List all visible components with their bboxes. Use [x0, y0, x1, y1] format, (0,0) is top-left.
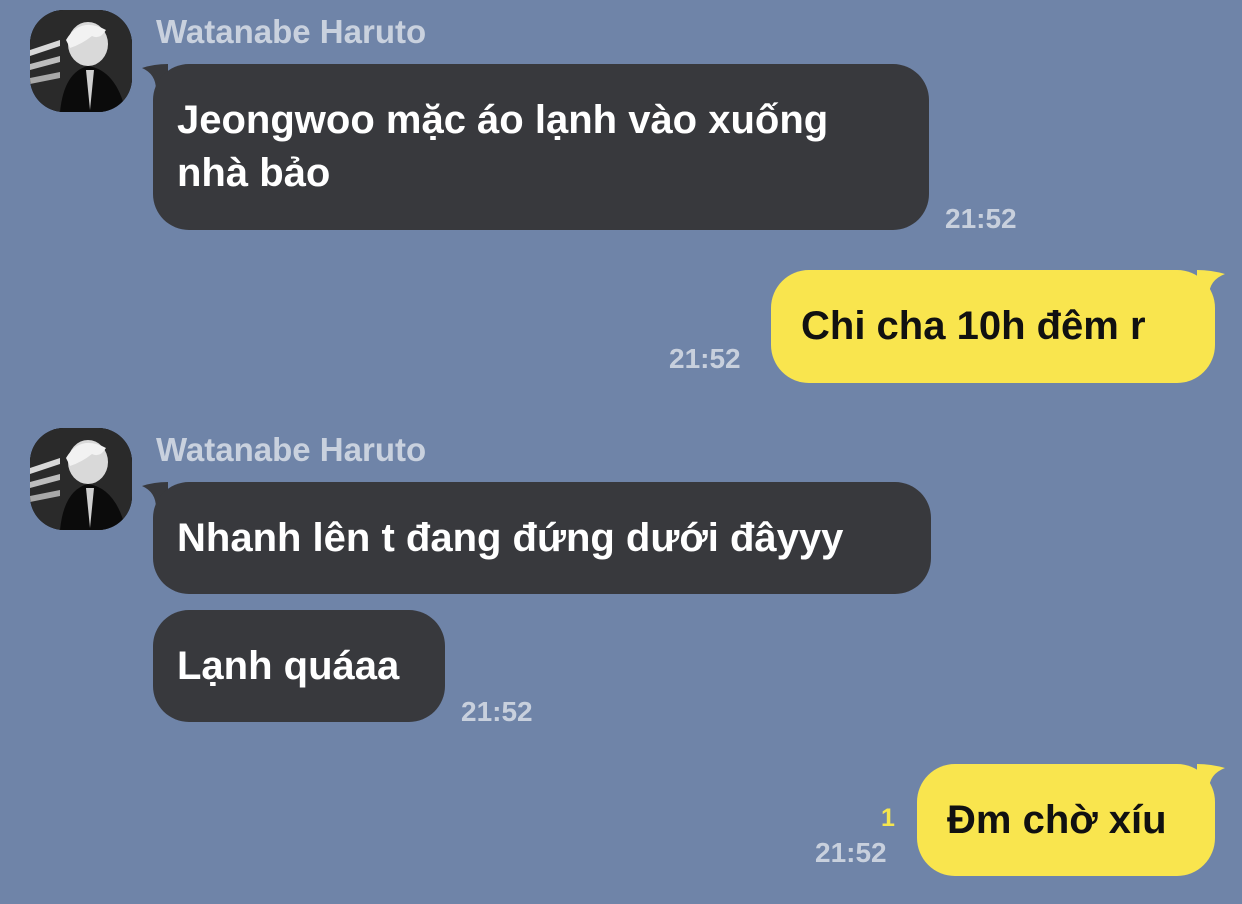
sender-avatar[interactable] — [30, 428, 132, 530]
bubble-tail — [1197, 270, 1225, 296]
message-timestamp: 21:52 — [815, 837, 887, 868]
message-text: Lạnh quáaa — [177, 644, 400, 688]
incoming-message-bubble[interactable]: Lạnh quáaa — [153, 610, 445, 722]
message-timestamp: 21:52 — [461, 696, 533, 727]
message-text: Chi cha 10h đêm r — [801, 304, 1146, 348]
message-text-line: Jeongwoo mặc áo lạnh vào xuống — [177, 98, 829, 142]
outgoing-message-bubble[interactable]: Đm chờ xíu — [917, 764, 1215, 876]
message-text: Nhanh lên t đang đứng dưới đâyyy — [177, 516, 844, 560]
bubble-tail — [1197, 764, 1225, 790]
sender-avatar[interactable] — [30, 10, 132, 112]
incoming-message-bubble[interactable]: Nhanh lên t đang đứng dưới đâyyy — [153, 482, 931, 594]
message-timestamp: 21:52 — [945, 203, 1017, 234]
chat-view: Watanabe Haruto Jeongwoo mặc áo lạnh vào… — [0, 0, 1242, 904]
unread-count: 1 — [881, 804, 895, 832]
incoming-message-bubble[interactable]: Jeongwoo mặc áo lạnh vào xuống nhà bảo — [153, 64, 929, 230]
sender-name: Watanabe Haruto — [156, 431, 427, 468]
avatar-photo-icon — [30, 428, 132, 530]
message-timestamp: 21:52 — [669, 343, 741, 374]
avatar-photo-icon — [30, 10, 132, 112]
outgoing-message-bubble[interactable]: Chi cha 10h đêm r — [771, 270, 1215, 383]
sender-name: Watanabe Haruto — [156, 13, 427, 50]
message-text-line: nhà bảo — [177, 151, 331, 195]
message-text: Đm chờ xíu — [947, 798, 1167, 842]
